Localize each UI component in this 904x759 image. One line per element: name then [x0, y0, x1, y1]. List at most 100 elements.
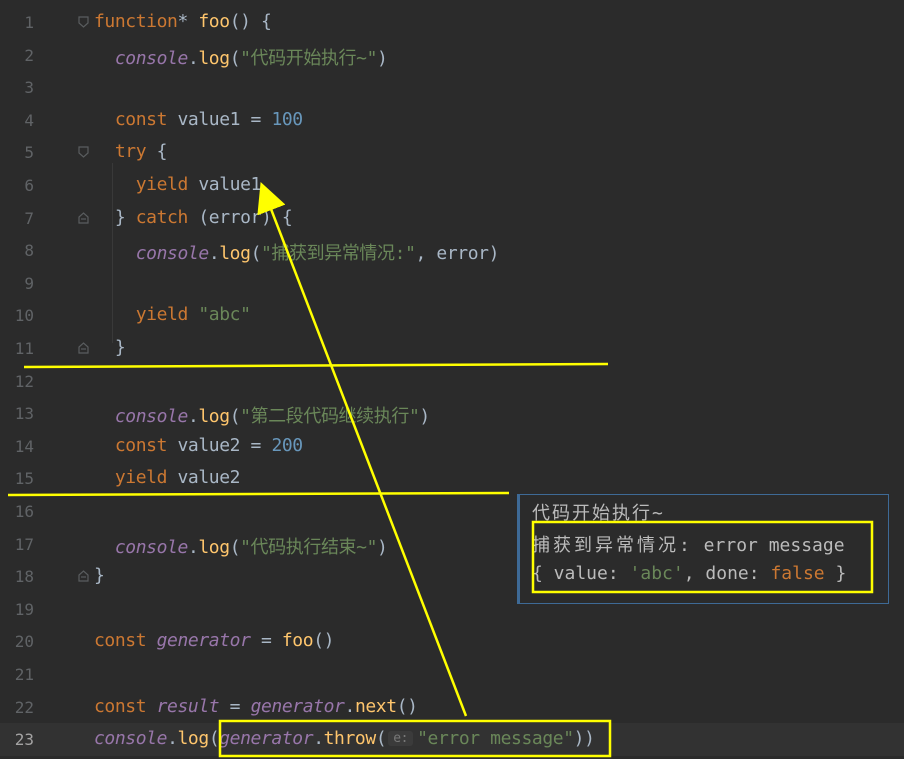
- code-text[interactable]: const generator = foo(): [94, 630, 334, 651]
- line-number: 4: [24, 110, 34, 130]
- console-line-3-part-c: }: [824, 563, 847, 584]
- code-text[interactable]: console.log("第二段代码继续执行"): [94, 402, 430, 428]
- code-line[interactable]: 22 const result = generator.next(): [0, 691, 904, 724]
- line-number: 7: [24, 208, 34, 228]
- code-line[interactable]: 23 console.log(generator.throw(e: "error m…: [0, 723, 904, 756]
- code-text[interactable]: }: [94, 337, 126, 358]
- line-number: 6: [24, 176, 34, 195]
- code-token: log: [219, 243, 251, 265]
- code-token: foo: [281, 630, 314, 652]
- line-number: 14: [14, 436, 34, 456]
- code-token: () {: [229, 11, 272, 32]
- code-token: const: [94, 695, 157, 717]
- code-text[interactable]: console.log(generator.throw(e: "error mes…: [94, 728, 595, 749]
- code-token: log: [198, 536, 230, 558]
- code-token: console: [94, 728, 168, 750]
- console-line-2-value: error message: [692, 535, 845, 556]
- code-token: (: [229, 406, 241, 428]
- code-token: (): [396, 695, 418, 717]
- code-token: "abc": [198, 304, 251, 326]
- code-line[interactable]: 2 console.log("代码开始执行~"): [0, 39, 904, 72]
- code-text[interactable]: const result = generator.next(): [94, 696, 418, 717]
- code-token: log: [198, 406, 230, 428]
- code-token: "第二段代码继续执行": [240, 406, 420, 428]
- code-token: (: [229, 47, 241, 69]
- line-number: 22: [14, 697, 34, 717]
- code-line[interactable]: 10 yield "abc": [0, 299, 904, 332]
- code-token: (error) {: [187, 206, 293, 228]
- code-token: yield: [135, 174, 199, 195]
- code-token: value2 =: [177, 434, 272, 456]
- code-text[interactable]: try {: [94, 141, 168, 163]
- code-text[interactable]: const value1 = 100: [94, 109, 303, 130]
- line-number: 9: [24, 273, 34, 293]
- code-line[interactable]: 5 try {: [0, 136, 904, 169]
- code-token: , error): [415, 243, 500, 265]
- code-token: 200: [271, 434, 303, 456]
- fold-icon[interactable]: [78, 16, 89, 28]
- code-token: }: [94, 206, 136, 228]
- code-token: const: [114, 434, 178, 456]
- code-token: ): [419, 406, 430, 428]
- code-token: ): [377, 536, 388, 558]
- code-line[interactable]: 8 console.log("捕获到异常情况:", error): [0, 234, 904, 267]
- code-token: =: [219, 695, 251, 717]
- code-token: console: [135, 243, 209, 265]
- code-token: yield: [114, 467, 178, 489]
- code-line[interactable]: 3: [0, 71, 904, 104]
- fold-icon[interactable]: [78, 570, 89, 582]
- code-line[interactable]: 14 const value2 = 200: [0, 430, 904, 463]
- code-line[interactable]: 7 } catch (error) {: [0, 202, 904, 235]
- code-token: .: [187, 47, 199, 69]
- code-line[interactable]: 6 yield value1: [0, 169, 904, 202]
- fold-icon[interactable]: [78, 146, 89, 159]
- code-text[interactable]: yield value2: [94, 467, 241, 489]
- code-line[interactable]: 15 yield value2: [0, 462, 904, 495]
- code-line[interactable]: 20 const generator = foo(): [0, 625, 904, 658]
- code-text[interactable]: function* foo() {: [94, 11, 272, 32]
- code-token: yield: [135, 304, 199, 326]
- code-line[interactable]: 4 const value1 = 100: [0, 104, 904, 137]
- line-number: 3: [24, 78, 34, 98]
- code-token: value1 =: [177, 108, 272, 130]
- code-editor[interactable]: 1 function* foo() {2 console.log("代码开始执行~…: [0, 0, 904, 759]
- code-line[interactable]: 11 }: [0, 332, 904, 365]
- line-number: 10: [14, 306, 34, 326]
- code-text[interactable]: console.log("捕获到异常情况:", error): [94, 239, 500, 265]
- line-number: 5: [24, 143, 34, 163]
- code-token: .: [167, 728, 178, 750]
- code-token: function: [94, 11, 178, 32]
- code-token: }: [94, 337, 126, 358]
- fold-icon[interactable]: [78, 342, 89, 354]
- console-line-2-label: 捕获到异常情况:: [532, 535, 693, 556]
- code-text[interactable]: yield value1: [94, 174, 262, 195]
- code-line[interactable]: 21: [0, 658, 904, 691]
- code-token: "代码开始执行~": [240, 47, 378, 69]
- line-number: 19: [14, 599, 34, 619]
- code-text[interactable]: console.log("代码开始执行~"): [94, 44, 388, 70]
- code-line[interactable]: 9: [0, 267, 904, 300]
- code-token: }: [94, 565, 105, 587]
- console-output-panel[interactable]: 代码开始执行~ 捕获到异常情况: error message { value: …: [517, 494, 889, 604]
- code-text[interactable]: }: [94, 565, 105, 587]
- code-token: {: [146, 141, 168, 163]
- line-number: 1: [24, 13, 34, 32]
- code-token: *: [177, 11, 199, 32]
- code-line[interactable]: 13 console.log("第二段代码继续执行"): [0, 397, 904, 430]
- code-text[interactable]: yield "abc": [94, 304, 251, 325]
- code-token: generator: [156, 630, 251, 652]
- code-line[interactable]: 12: [0, 365, 904, 398]
- line-number: 11: [14, 339, 34, 358]
- code-text[interactable]: const value2 = 200: [94, 435, 303, 456]
- fold-icon[interactable]: [78, 211, 89, 224]
- code-line[interactable]: 1 function* foo() {: [0, 6, 904, 39]
- console-line-2: 捕获到异常情况: error message: [532, 531, 845, 557]
- code-text[interactable]: console.log("代码执行结束~"): [94, 533, 388, 559]
- code-token: .: [344, 695, 356, 717]
- code-text[interactable]: } catch (error) {: [94, 206, 293, 228]
